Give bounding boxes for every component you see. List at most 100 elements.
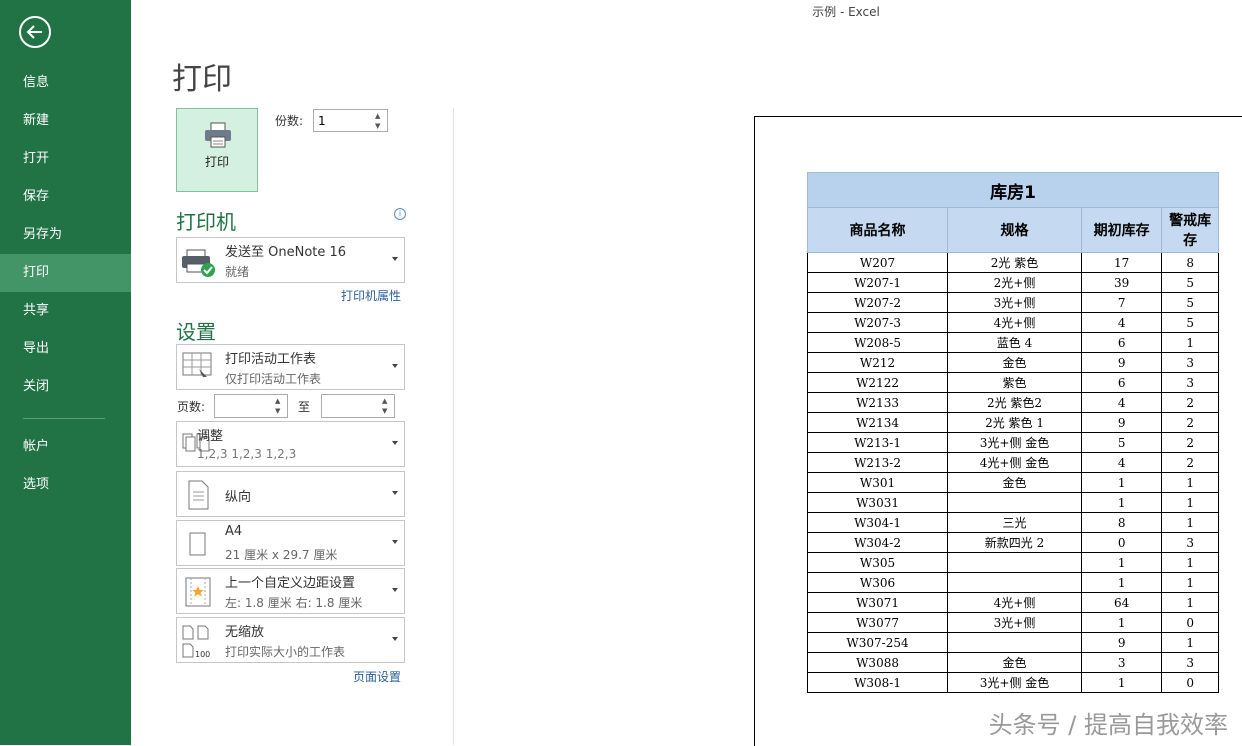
- table-title: 库房1: [807, 172, 1219, 208]
- nav-save-as[interactable]: 另存为: [0, 216, 131, 254]
- table-cell: 5: [1161, 292, 1219, 313]
- table-cell: 2: [1161, 432, 1219, 453]
- print-what-sub: 仅打印活动工作表: [225, 372, 322, 386]
- table-cell: 3光+侧 金色: [947, 432, 1082, 453]
- copies-stepper[interactable]: ▲▼: [313, 109, 388, 132]
- nav-export[interactable]: 导出: [0, 330, 131, 368]
- page-setup-link[interactable]: 页面设置: [353, 668, 401, 685]
- orientation-main: 纵向: [225, 490, 252, 505]
- pages-from-input[interactable]: [215, 396, 283, 416]
- portrait-page-icon: [188, 480, 209, 510]
- table-cell: 9: [1080, 412, 1163, 433]
- table-row: W301 金色 1 1: [806, 472, 1219, 493]
- back-button[interactable]: [19, 16, 51, 48]
- table-row: W213-2 4光+侧 金色 4 2: [806, 452, 1219, 473]
- print-button[interactable]: 打印: [176, 108, 258, 192]
- table-cell: 4光+侧: [947, 312, 1082, 333]
- table-cell: 3: [1161, 372, 1219, 393]
- table-cell: 4: [1080, 452, 1163, 473]
- margins-select[interactable]: 上一个自定义边距设置 左: 1.8 厘米 右: 1.8 厘米: [176, 568, 405, 614]
- info-icon[interactable]: i: [394, 208, 406, 220]
- scaling-select[interactable]: 100 无缩放 打印实际大小的工作表: [176, 617, 405, 663]
- table-cell: W207-1: [806, 272, 949, 293]
- print-what-main: 打印活动工作表: [225, 352, 317, 367]
- table-cell: 39: [1080, 272, 1163, 293]
- chevron-down-icon: [392, 364, 398, 368]
- settings-heading: 设置: [176, 320, 216, 344]
- table-cell: [947, 552, 1082, 573]
- table-cell: W2122: [806, 372, 949, 393]
- table-cell: 3: [1080, 652, 1163, 673]
- spin-arrows-icon[interactable]: ▲ ▼: [382, 396, 392, 416]
- printer-heading: 打印机: [176, 210, 236, 234]
- table-cell: 0: [1161, 672, 1219, 693]
- nav-new[interactable]: 新建: [0, 102, 131, 140]
- nav-share[interactable]: 共享: [0, 292, 131, 330]
- nav-account[interactable]: 帐户: [0, 428, 131, 466]
- table-cell: 紫色: [947, 372, 1082, 393]
- table-cell: 金色: [947, 472, 1082, 493]
- chevron-down-icon: [392, 257, 398, 261]
- table-cell: 1: [1080, 552, 1163, 573]
- table-row: W3077 3光+侧 1 0: [806, 612, 1219, 633]
- table-cell: 1: [1161, 592, 1219, 613]
- printer-select[interactable]: 发送至 OneNote 16 就绪: [176, 237, 405, 283]
- nav-save[interactable]: 保存: [0, 178, 131, 216]
- table-cell: 2光 紫色: [947, 252, 1082, 273]
- table-cell: 2: [1161, 412, 1219, 433]
- table-row: W2122 紫色 6 3: [806, 372, 1219, 393]
- table-row: W213-1 3光+侧 金色 5 2: [806, 432, 1219, 453]
- table-cell: [947, 492, 1082, 513]
- page-title: 打印: [172, 62, 232, 97]
- table-cell: 1: [1080, 472, 1163, 493]
- table-cell: 1: [1161, 472, 1219, 493]
- table-cell: 3: [1161, 532, 1219, 553]
- table-cell: 2光+侧: [947, 272, 1082, 293]
- orientation-select[interactable]: 纵向: [176, 471, 405, 517]
- column-header: 期初库存: [1080, 207, 1163, 253]
- table-row: W212 金色 9 3: [806, 352, 1219, 373]
- table-cell: W304-1: [806, 512, 949, 533]
- spin-arrows-icon[interactable]: ▲ ▼: [275, 396, 285, 416]
- watermark: 头条号 / 提高自我效率: [988, 711, 1228, 739]
- table-row: W308-1 3光+侧 金色 1 0: [806, 672, 1219, 693]
- print-what-select[interactable]: 打印活动工作表 仅打印活动工作表: [176, 344, 405, 390]
- table-cell: W3088: [806, 652, 949, 673]
- table-row: W207 2光 紫色 17 8: [806, 252, 1219, 273]
- collate-select[interactable]: 调整 1,2,3 1,2,3 1,2,3: [176, 421, 405, 467]
- table-cell: 1: [1080, 492, 1163, 513]
- pages-to-stepper[interactable]: ▲ ▼: [321, 394, 395, 418]
- pages-from-stepper[interactable]: ▲ ▼: [214, 394, 288, 418]
- table-row: W306 1 1: [806, 572, 1219, 593]
- nav-info[interactable]: 信息: [0, 64, 131, 102]
- table-cell: W213-2: [806, 452, 949, 473]
- table-cell: 2光 紫色 1: [947, 412, 1082, 433]
- nav-options[interactable]: 选项: [0, 466, 131, 504]
- column-header: 商品名称: [806, 207, 949, 253]
- nav-open[interactable]: 打开: [0, 140, 131, 178]
- spin-arrows-icon[interactable]: ▲ ▼: [375, 111, 385, 131]
- table-row: W304-1 三光 8 1: [806, 512, 1219, 533]
- printer-properties-link[interactable]: 打印机属性: [341, 287, 401, 304]
- column-header: 规格: [947, 207, 1082, 253]
- paper-size-select[interactable]: A4 21 厘米 x 29.7 厘米: [176, 520, 405, 566]
- collate-sub: 1,2,3 1,2,3 1,2,3: [197, 447, 297, 461]
- table-cell: 4光+侧 金色: [947, 452, 1082, 473]
- table-cell: 8: [1161, 252, 1219, 273]
- table-cell: 5: [1080, 432, 1163, 453]
- margins-main: 上一个自定义边距设置: [225, 576, 356, 591]
- panel-divider: [453, 108, 454, 745]
- table-cell: W304-2: [806, 532, 949, 553]
- scaling-sub: 打印实际大小的工作表: [225, 645, 346, 659]
- table-row: W2133 2光 紫色2 4 2: [806, 392, 1219, 413]
- copies-input[interactable]: [314, 111, 382, 131]
- table-row: W2134 2光 紫色 192: [806, 412, 1219, 433]
- worksheet-icon: [182, 352, 212, 377]
- table-cell: W305: [806, 552, 949, 573]
- pages-to-input[interactable]: [322, 396, 390, 416]
- table-cell: 3光+侧: [947, 612, 1082, 633]
- table-row: W307-254 9 1: [806, 632, 1219, 653]
- table-cell: 64: [1080, 592, 1163, 613]
- nav-print[interactable]: 打印: [0, 254, 131, 292]
- nav-close[interactable]: 关闭: [0, 368, 131, 406]
